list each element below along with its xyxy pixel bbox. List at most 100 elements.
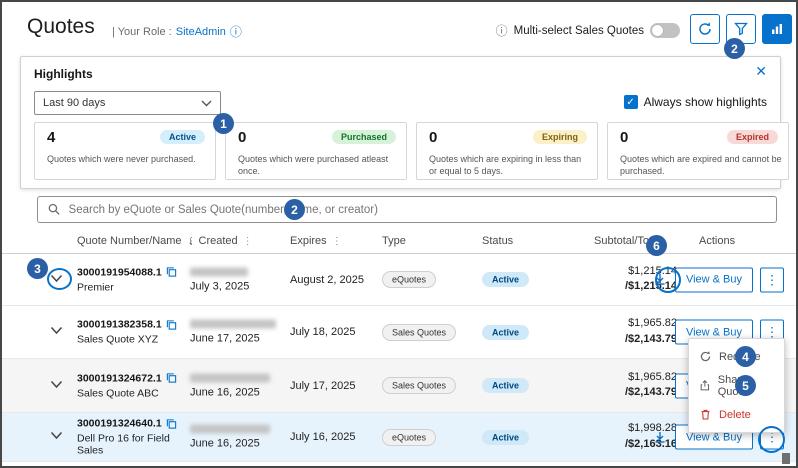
always-show-label: Always show highlights (644, 95, 767, 109)
filter-funnel-icon (733, 21, 749, 37)
callout-2-search: 2 (284, 199, 305, 220)
quote-name: Premier (77, 281, 189, 293)
status-badge: Purchased (332, 130, 396, 144)
highlights-panel: Highlights ✕ Last 90 days ✓ Always show … (20, 56, 781, 189)
multi-select-group: ⓘ Multi-select Sales Quotes (496, 23, 680, 38)
quote-number: 3000191954088.1 (77, 266, 162, 278)
role-value: SiteAdmin (176, 26, 226, 38)
search-icon (47, 202, 62, 217)
expand-chevron-icon[interactable] (50, 326, 63, 338)
status-badge: Active (482, 325, 529, 340)
table-row[interactable]: 3000191382358.1 Sales Quote XYZ June 17,… (2, 306, 796, 359)
column-header-expires[interactable]: Expires ⋮ (290, 235, 342, 247)
trash-icon (699, 408, 712, 421)
redacted-creator (190, 267, 248, 276)
column-header-number[interactable]: Quote Number/Name ⋮ (77, 235, 197, 247)
type-badge: eQuotes (382, 429, 436, 446)
copy-icon[interactable] (166, 418, 177, 429)
always-show-checkbox[interactable]: ✓ (624, 95, 638, 109)
expires-date: July 17, 2025 (290, 380, 355, 392)
annotation-ring-download (655, 267, 681, 293)
copy-icon[interactable] (166, 319, 177, 330)
quote-number: 3000191324672.1 (77, 372, 162, 384)
card-expired: 0 Expired Quotes which are expired and c… (607, 122, 789, 180)
period-value: Last 90 days (43, 97, 105, 109)
copy-icon[interactable] (166, 267, 177, 278)
column-header-actions: Actions (699, 235, 735, 247)
highlights-title: Highlights (34, 67, 93, 81)
requote-icon (699, 350, 712, 363)
highlight-cards: 4 Active Quotes which were never purchas… (34, 122, 789, 180)
search-bar (37, 196, 777, 223)
quote-name: Dell Pro 16 for Field Sales (77, 433, 189, 457)
copy-icon[interactable] (166, 373, 177, 384)
type-badge: Sales Quotes (382, 377, 456, 394)
row-kebab-button[interactable]: ⋮ (760, 267, 784, 292)
expires-date: July 16, 2025 (290, 431, 355, 443)
callout-6: 6 (646, 235, 667, 256)
status-badge: Expired (727, 130, 778, 144)
column-header-created[interactable]: ↓ Created ⋮ (188, 235, 253, 247)
sort-desc-icon[interactable]: ↓ (188, 235, 194, 247)
role-prefix: | Your Role : (112, 26, 172, 38)
annotation-ring-chevron (47, 268, 72, 290)
share-icon (699, 379, 711, 392)
created-date: June 16, 2025 (190, 386, 270, 398)
expires-date: August 2, 2025 (290, 274, 364, 286)
card-count: 0 (429, 129, 437, 146)
card-expiring: 0 Expiring Quotes which are expiring in … (416, 122, 598, 180)
period-dropdown[interactable]: Last 90 days (34, 91, 221, 115)
menu-item-delete[interactable]: Delete (689, 400, 784, 429)
table-row[interactable]: 3000191324640.1 Dell Pro 16 for Field Sa… (2, 413, 796, 462)
page-title: Quotes (27, 15, 95, 39)
card-count: 0 (238, 129, 246, 146)
card-description: Quotes which are expired and cannot be p… (620, 153, 782, 177)
card-description: Quotes which were purchased atleast once… (238, 153, 400, 177)
card-count: 0 (620, 129, 628, 146)
table-row[interactable]: 3000191324672.1 Sales Quote ABC June 16,… (2, 359, 796, 413)
expand-chevron-icon[interactable] (50, 380, 63, 392)
multi-select-toggle[interactable] (650, 23, 680, 38)
created-date: June 16, 2025 (190, 438, 270, 450)
view-buy-button[interactable]: View & Buy (675, 267, 753, 292)
redacted-creator (190, 373, 270, 382)
quote-name: Sales Quote ABC (77, 387, 189, 399)
card-description: Quotes which were never purchased. (47, 153, 209, 165)
role-line: | Your Role : SiteAdmin ⓘ (112, 26, 242, 38)
refresh-button[interactable] (690, 14, 720, 44)
stats-button[interactable] (762, 14, 792, 44)
redacted-creator (190, 425, 270, 434)
status-badge: Active (482, 430, 529, 445)
always-show-row: ✓ Always show highlights (624, 95, 767, 109)
multi-select-info-icon[interactable]: ⓘ (496, 25, 508, 37)
annotation-ring-kebab (758, 426, 785, 453)
refresh-icon (697, 21, 713, 37)
callout-5: 5 (735, 375, 756, 396)
column-menu-icon[interactable]: ⋮ (243, 236, 253, 247)
expires-date: July 18, 2025 (290, 326, 355, 338)
card-active: 4 Active Quotes which were never purchas… (34, 122, 216, 180)
card-description: Quotes which are expiring in less than o… (429, 153, 591, 177)
created-date: June 17, 2025 (190, 333, 276, 345)
created-date: July 3, 2025 (190, 280, 249, 292)
type-badge: Sales Quotes (382, 324, 456, 341)
search-input[interactable] (69, 204, 767, 216)
close-icon[interactable]: ✕ (755, 63, 767, 80)
toggle-knob (652, 25, 663, 36)
status-badge: Active (482, 378, 529, 393)
column-menu-icon[interactable]: ⋮ (332, 236, 342, 247)
download-icon[interactable] (652, 429, 668, 445)
column-header-type: Type (382, 235, 406, 247)
card-purchased: 0 Purchased Quotes which were purchased … (225, 122, 407, 180)
expand-chevron-icon[interactable] (50, 431, 63, 443)
callout-3: 3 (27, 258, 48, 279)
callout-1: 1 (213, 113, 234, 134)
scrollbar-thumb[interactable] (782, 453, 790, 464)
callout-4: 4 (735, 346, 756, 367)
card-count: 4 (47, 129, 55, 146)
redacted-creator (190, 320, 276, 329)
bar-chart-icon (769, 21, 785, 37)
multi-select-label: Multi-select Sales Quotes (514, 25, 644, 37)
role-info-icon[interactable]: ⓘ (230, 26, 242, 38)
quote-name: Sales Quote XYZ (77, 334, 189, 346)
